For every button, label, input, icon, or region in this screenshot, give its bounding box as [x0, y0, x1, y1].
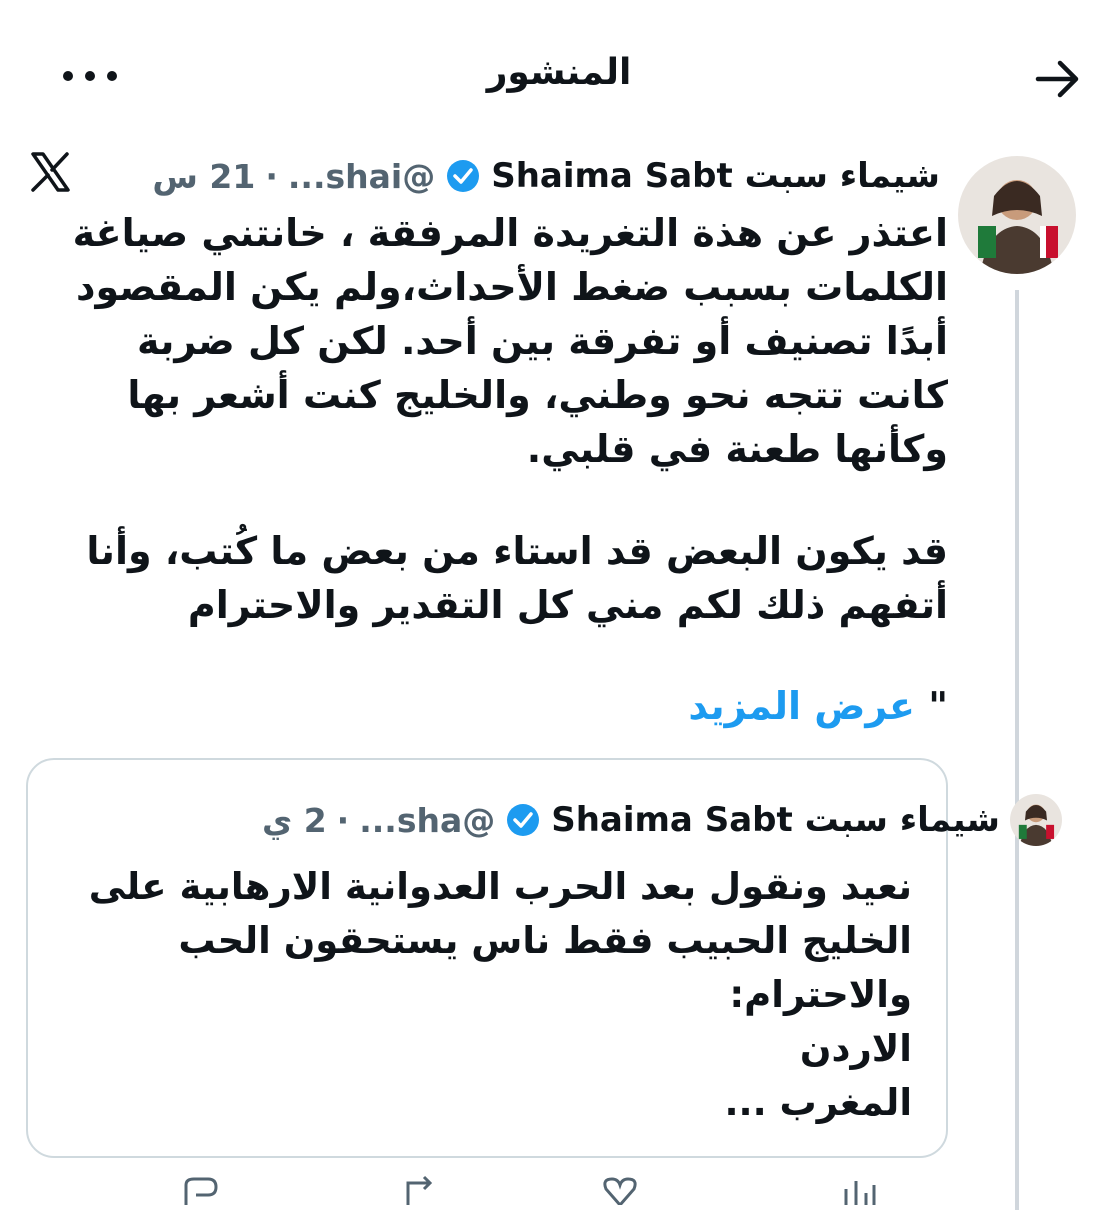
show-more-link[interactable]: عرض المزيد — [688, 684, 915, 728]
show-more: " عرض المزيد — [688, 684, 948, 728]
tweet-text: اعتذر عن هذة التغريدة المرفقة ، خانتني ص… — [68, 206, 948, 632]
handle[interactable]: @shai... — [288, 157, 435, 196]
like-icon[interactable] — [600, 1175, 640, 1205]
timestamp[interactable]: 21 س — [152, 157, 255, 196]
thread-line — [1015, 290, 1019, 1210]
quoted-line-2: الاردن — [799, 1027, 912, 1070]
quoted-tweet-text: نعيد ونقول بعد الحرب العدوانية الارهابية… — [72, 860, 912, 1130]
quoted-handle: @sha... — [359, 800, 496, 840]
tweet-header: شيماء سبت Shaima Sabt @shai... · 21 س — [152, 148, 940, 204]
views-icon[interactable] — [840, 1175, 880, 1205]
verified-badge-icon — [447, 160, 480, 192]
x-logo-icon[interactable] — [28, 150, 72, 194]
action-bar — [0, 1175, 1000, 1205]
retweet-icon[interactable] — [400, 1175, 440, 1205]
quoted-avatar — [1010, 794, 1062, 846]
quoted-display-name: شيماء سبت Shaima Sabt — [551, 800, 1000, 840]
display-name[interactable]: شيماء سبت Shaima Sabt — [491, 156, 940, 196]
quoted-timestamp: 2 ي — [261, 800, 327, 840]
top-bar: المنشور — [0, 0, 1118, 130]
tweet-paragraph-2: قد يكون البعض قد استاء من بعض ما كُتب، و… — [86, 529, 948, 627]
page-title: المنشور — [486, 52, 632, 93]
quote-mark: " — [928, 684, 948, 728]
quoted-tweet-header: شيماء سبت Shaima Sabt @sha... · 2 ي — [222, 790, 1062, 850]
avatar[interactable] — [958, 156, 1076, 274]
tweet-paragraph-1: اعتذر عن هذة التغريدة المرفقة ، خانتني ص… — [72, 211, 948, 471]
quoted-line-3: المغرب ... — [724, 1081, 912, 1124]
reply-icon[interactable] — [180, 1175, 220, 1205]
more-icon[interactable] — [58, 54, 122, 98]
quoted-separator: · — [336, 800, 350, 840]
quoted-line-1: نعيد ونقول بعد الحرب العدوانية الارهابية… — [88, 865, 912, 1016]
separator: · — [265, 156, 278, 196]
verified-badge-icon — [507, 804, 540, 836]
